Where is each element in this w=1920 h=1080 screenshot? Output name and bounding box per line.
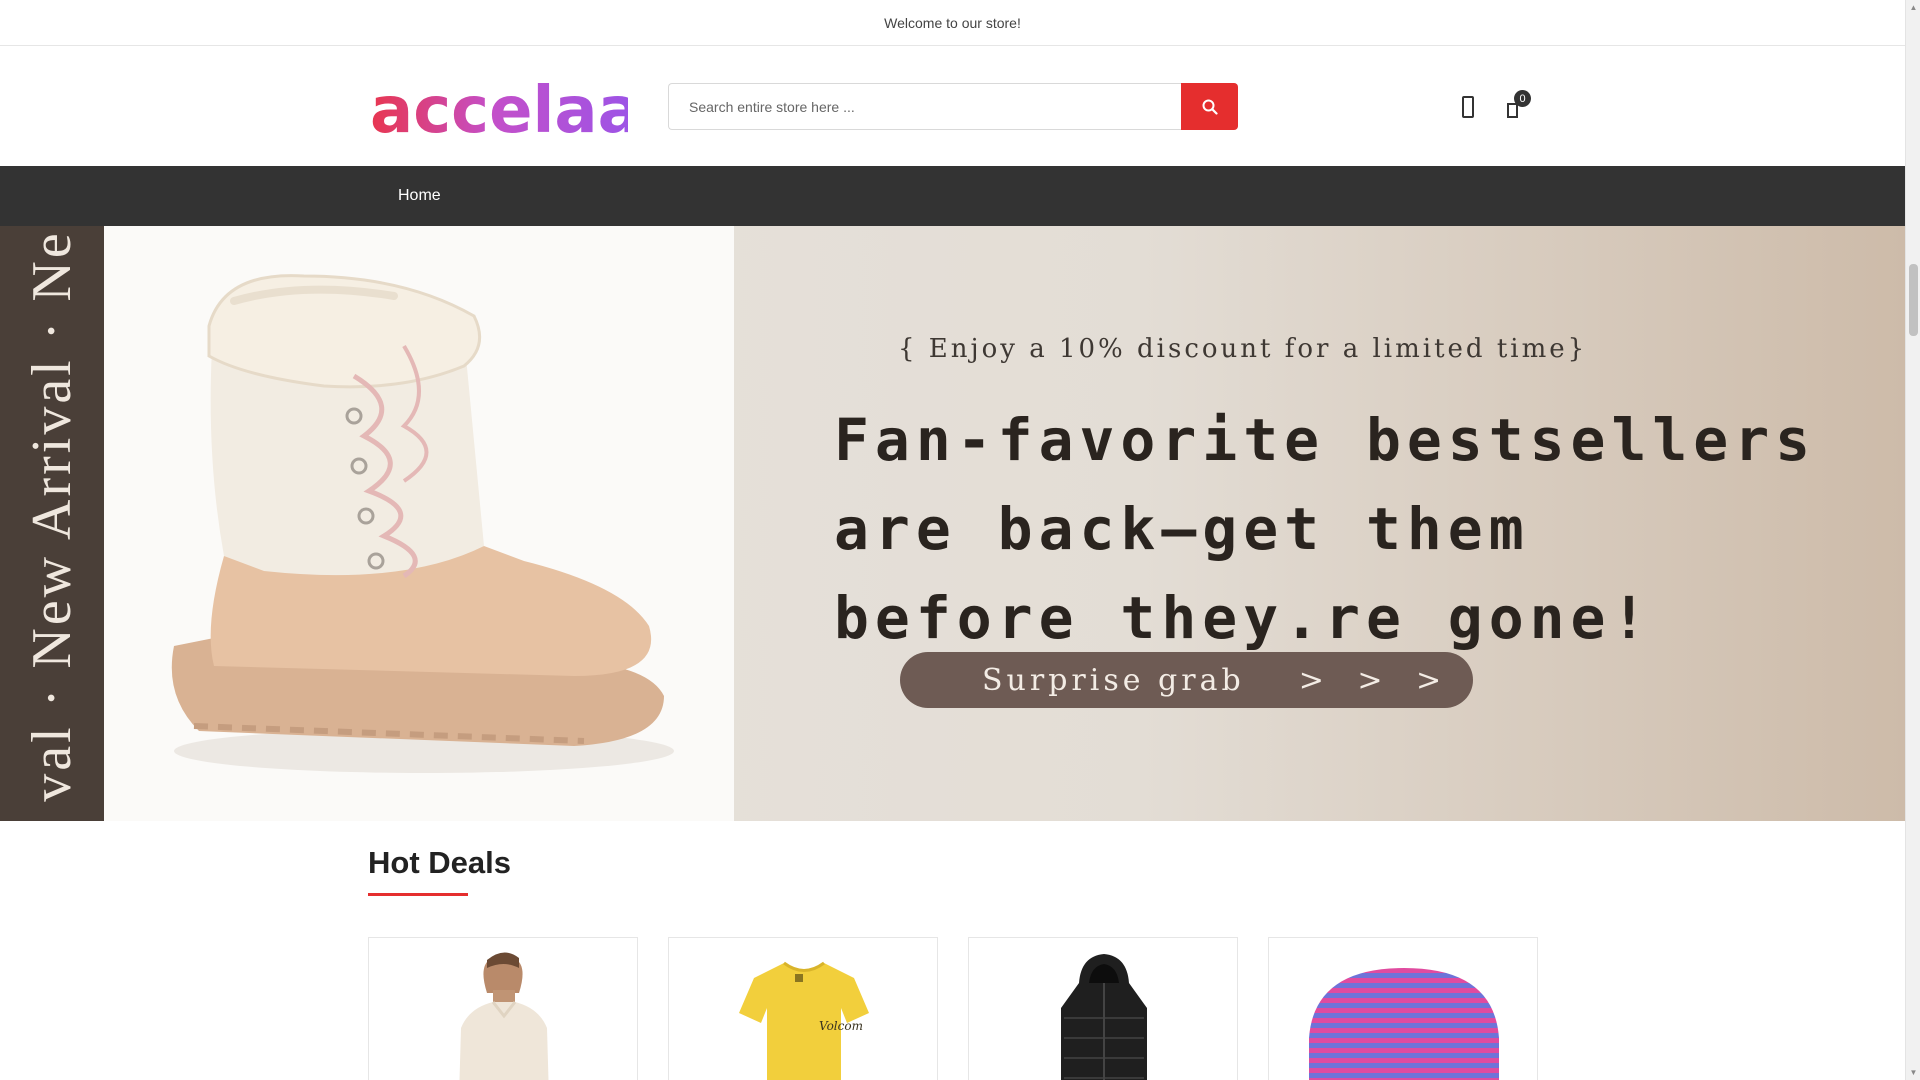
product-card-puffer[interactable] — [968, 937, 1238, 1080]
svg-text:Volcom: Volcom — [819, 1019, 863, 1033]
page-scrollbar[interactable]: ▲ ▼ — [1905, 0, 1920, 1080]
section-title-underline — [368, 893, 468, 896]
surprise-grab-button[interactable]: Surprise grab > > > — [900, 652, 1473, 708]
site-header: accelaa 0 — [0, 46, 1905, 166]
store-logo[interactable]: accelaa — [368, 74, 628, 144]
user-icon — [1462, 96, 1474, 118]
cart-button[interactable]: 0 — [1506, 90, 1536, 122]
product-card-tshirt[interactable]: Volcom — [668, 937, 938, 1080]
scrollbar-thumb[interactable] — [1909, 264, 1918, 336]
product-image-tshirt: Volcom — [739, 961, 869, 1080]
logo-image: accelaa — [370, 74, 628, 144]
hot-deals-title: Hot Deals — [368, 845, 511, 880]
product-image-puffer — [1061, 954, 1147, 1080]
product-image-beanie — [1309, 968, 1499, 1080]
cta-arrows: > > > — [1298, 662, 1454, 698]
account-button[interactable] — [1458, 94, 1478, 120]
welcome-text: Welcome to our store! — [884, 14, 1021, 31]
search-icon — [1202, 99, 1218, 115]
product-card-sweater[interactable] — [368, 937, 638, 1080]
banner-boot-image — [104, 226, 734, 821]
search-input[interactable] — [668, 83, 1181, 130]
hero-banner[interactable]: val · New Arrival · Ne { Enjoy a 10% dis… — [0, 226, 1905, 821]
main-nav: Home — [0, 166, 1905, 226]
search-bar — [668, 83, 1238, 130]
product-image-sweater — [459, 952, 549, 1080]
banner-subtitle: { Enjoy a 10% discount for a limited tim… — [898, 334, 1588, 364]
cta-label: Surprise grab — [982, 662, 1245, 698]
logo-text: accelaa — [370, 74, 628, 144]
scroll-down-arrow-icon[interactable]: ▼ — [1906, 1065, 1920, 1080]
scroll-up-arrow-icon[interactable]: ▲ — [1906, 0, 1920, 15]
banner-side-text: val · New Arrival · Ne — [21, 230, 83, 802]
banner-headline-line: are back—get them — [834, 495, 1530, 563]
cart-count-badge: 0 — [1514, 90, 1531, 107]
product-card-beanie[interactable] — [1268, 937, 1538, 1080]
search-button[interactable] — [1181, 83, 1238, 130]
banner-headline: Fan-favorite bestsellers are back—get th… — [834, 396, 1816, 663]
banner-side-strip: val · New Arrival · Ne — [0, 226, 104, 821]
banner-headline-line: Fan-favorite bestsellers — [834, 406, 1817, 474]
banner-headline-line: before they.re gone! — [834, 584, 1653, 652]
nav-item-home[interactable]: Home — [398, 166, 441, 226]
welcome-bar: Welcome to our store! — [0, 0, 1905, 46]
